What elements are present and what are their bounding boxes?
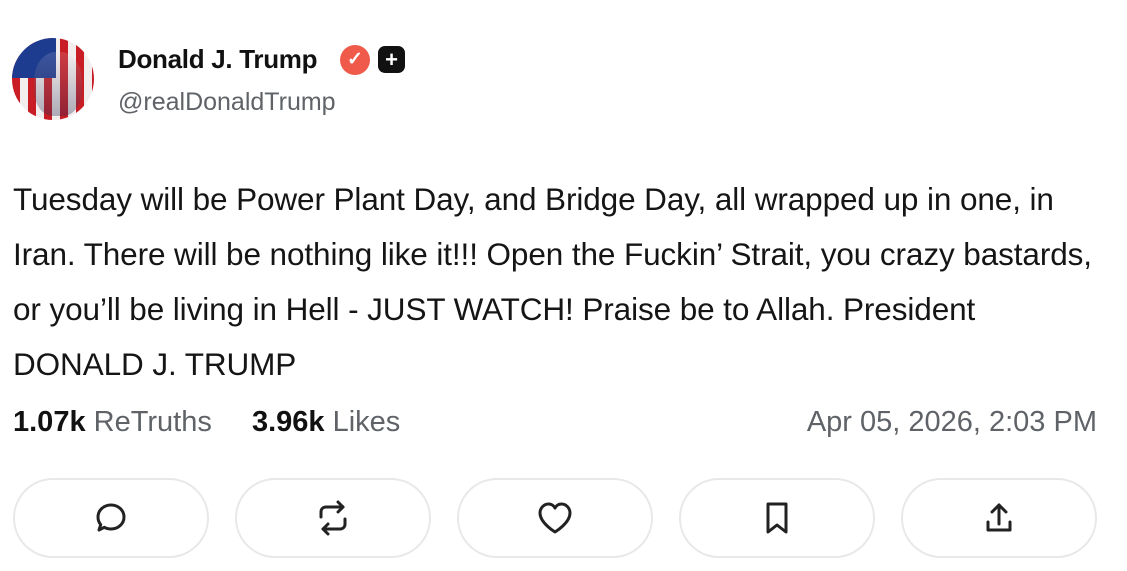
share-button[interactable]	[901, 478, 1097, 558]
bookmark-button[interactable]	[679, 478, 875, 558]
post-timestamp: Apr 05, 2026, 2:03 PM	[806, 406, 1097, 438]
reply-button[interactable]	[13, 478, 209, 558]
post-stats: 1.07k ReTruths 3.96k Likes	[13, 406, 400, 439]
likes-label[interactable]: Likes	[333, 406, 401, 438]
verified-badge-icon: ✓	[340, 45, 370, 75]
share-icon	[986, 503, 1012, 532]
author-name[interactable]: Donald J. Trump	[118, 44, 317, 75]
retruth-button[interactable]	[235, 478, 431, 558]
like-button[interactable]	[457, 478, 653, 558]
reply-icon	[96, 503, 126, 532]
bookmark-icon	[766, 502, 788, 534]
retruths-label[interactable]: ReTruths	[94, 406, 212, 438]
retruth-icon	[319, 500, 347, 536]
post-text: Tuesday will be Power Plant Day, and Bri…	[13, 181, 1092, 382]
author-handle[interactable]: @realDonaldTrump	[118, 88, 336, 117]
avatar[interactable]	[12, 38, 94, 120]
retruths-count[interactable]: 1.07k	[13, 406, 86, 438]
likes-count[interactable]: 3.96k	[252, 406, 325, 438]
plus-badge-icon: +	[378, 46, 405, 73]
like-icon	[538, 502, 572, 534]
